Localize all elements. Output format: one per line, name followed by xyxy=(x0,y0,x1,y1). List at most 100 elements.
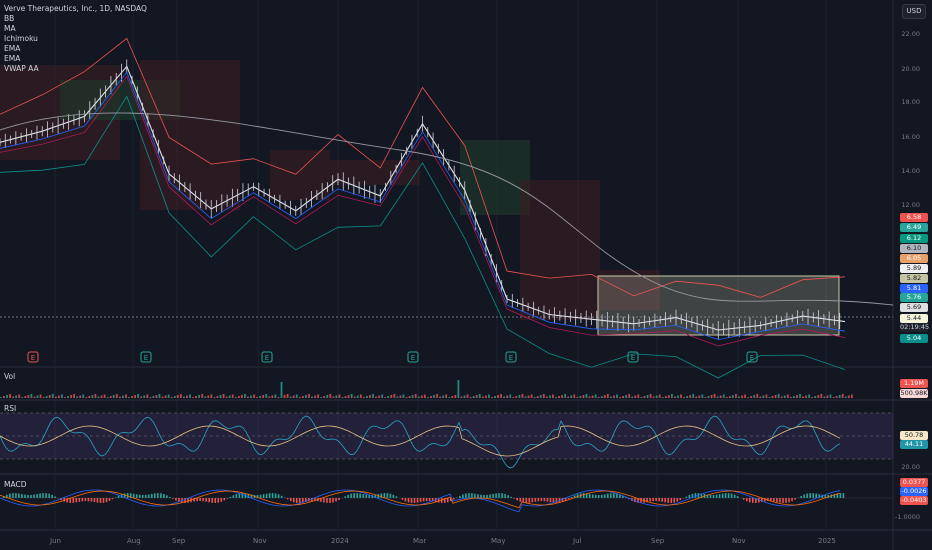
currency-button[interactable]: USD xyxy=(902,4,926,19)
volume-bar xyxy=(469,397,472,398)
macd-histogram-bar xyxy=(289,498,292,501)
volume-bar xyxy=(442,395,445,398)
macd-histogram-bar xyxy=(513,498,515,499)
macd-histogram-bar xyxy=(48,493,50,498)
earnings-marker[interactable]: E xyxy=(505,351,517,363)
volume-bar xyxy=(420,395,423,398)
macd-histogram-bar xyxy=(492,493,494,498)
macd-histogram-bar xyxy=(673,498,676,503)
volume-bar xyxy=(57,395,60,398)
earnings-marker[interactable]: E xyxy=(627,351,639,363)
volume-bar xyxy=(475,395,478,398)
volume-bar xyxy=(0,397,2,398)
volume-bar xyxy=(762,395,765,398)
volume-bar xyxy=(515,396,518,398)
volume-bar xyxy=(210,394,213,398)
volume-bar xyxy=(195,396,197,398)
volume-bar xyxy=(701,394,704,398)
volume-bar xyxy=(530,394,533,398)
macd-tick: -1.0000 xyxy=(894,513,920,521)
macd-histogram-bar xyxy=(404,498,407,502)
macd-histogram-bar xyxy=(335,498,337,502)
volume-bar xyxy=(94,394,97,398)
chart-title[interactable]: Verve Therapeutics, Inc., 1D, NASDAQ xyxy=(4,4,147,14)
macd-histogram-bar xyxy=(803,494,805,498)
volume-bar xyxy=(664,396,667,398)
macd-histogram-bar xyxy=(18,493,20,498)
macd-histogram-bar xyxy=(413,498,416,503)
svg-text:E: E xyxy=(31,354,35,362)
volume-bar xyxy=(777,394,780,398)
macd-histogram-bar xyxy=(471,493,473,498)
volume-label[interactable]: Vol xyxy=(4,372,15,381)
price-tick: 22.00 xyxy=(901,30,920,38)
macd-histogram-bar xyxy=(809,493,811,498)
volume-bar xyxy=(503,396,506,398)
indicator-vwap[interactable]: VWAP AA xyxy=(4,64,147,74)
macd-histogram-bar xyxy=(540,498,543,502)
volume-bar xyxy=(219,395,222,398)
earnings-marker[interactable]: E xyxy=(407,351,419,363)
macd-histogram-bar xyxy=(45,493,47,498)
volume-bar xyxy=(259,396,262,398)
macd-histogram-bar xyxy=(794,498,796,500)
volume-bar xyxy=(384,397,387,398)
volume-bar xyxy=(704,397,707,398)
macd-histogram-bar xyxy=(9,493,11,498)
volume-bar xyxy=(396,396,399,398)
earnings-marker[interactable]: E xyxy=(140,351,152,363)
volume-bar xyxy=(655,395,658,398)
volume-bar xyxy=(6,395,8,398)
volume-bar xyxy=(204,396,207,398)
macd-histogram-bar xyxy=(169,497,171,498)
indicator-ema-1[interactable]: EMA xyxy=(4,44,147,54)
volume-bar xyxy=(820,394,823,398)
macd-histogram-bar xyxy=(54,496,56,498)
earnings-marker[interactable]: E xyxy=(27,351,39,363)
volume-bar xyxy=(524,396,527,398)
volume-bar xyxy=(228,395,231,398)
volume-bar xyxy=(622,396,624,398)
volume-bar xyxy=(619,397,621,398)
volume-bar xyxy=(713,394,716,398)
time-tick: Jul xyxy=(573,537,582,545)
volume-bar xyxy=(225,396,228,398)
macd-histogram-bar xyxy=(401,498,404,500)
volume-bar xyxy=(722,394,725,398)
macd-histogram-bar xyxy=(157,493,159,498)
volume-bar xyxy=(308,394,310,398)
volume-bar xyxy=(366,396,368,398)
volume-bar xyxy=(167,394,170,398)
macd-histogram-bar xyxy=(516,498,519,501)
macd-histogram-bar xyxy=(718,494,721,498)
indicator-ichimoku[interactable]: Ichimoku xyxy=(4,34,147,44)
macd-label[interactable]: MACD xyxy=(4,480,26,489)
macd-histogram-bar xyxy=(39,493,41,498)
macd-histogram-bar xyxy=(528,498,531,503)
volume-bar xyxy=(39,394,42,398)
rsi-label[interactable]: RSI xyxy=(4,404,16,413)
volume-bar xyxy=(747,397,750,398)
indicator-bb[interactable]: BB xyxy=(4,14,147,24)
volume-bar xyxy=(30,394,33,398)
price-chart[interactable]: EEEEEEE xyxy=(0,0,932,550)
volume-bar xyxy=(250,395,252,398)
earnings-marker[interactable]: E xyxy=(261,351,273,363)
macd-histogram-bar xyxy=(241,493,244,498)
volume-bar xyxy=(780,396,783,398)
volume-bar xyxy=(100,395,103,398)
volume-bar xyxy=(500,394,502,398)
volume-bar xyxy=(427,397,429,398)
volume-bar xyxy=(265,394,268,398)
macd-histogram-bar xyxy=(347,494,349,498)
volume-bar xyxy=(103,394,106,398)
indicator-ema-2[interactable]: EMA xyxy=(4,54,147,64)
volume-bar xyxy=(344,396,347,398)
volume-bar xyxy=(695,396,698,398)
volume-bar xyxy=(79,395,82,398)
volume-bar xyxy=(448,397,451,398)
macd-histogram-bar xyxy=(338,498,340,500)
volume-bar xyxy=(201,394,204,398)
indicator-ma[interactable]: MA xyxy=(4,24,147,34)
earnings-marker[interactable]: E xyxy=(746,351,758,363)
